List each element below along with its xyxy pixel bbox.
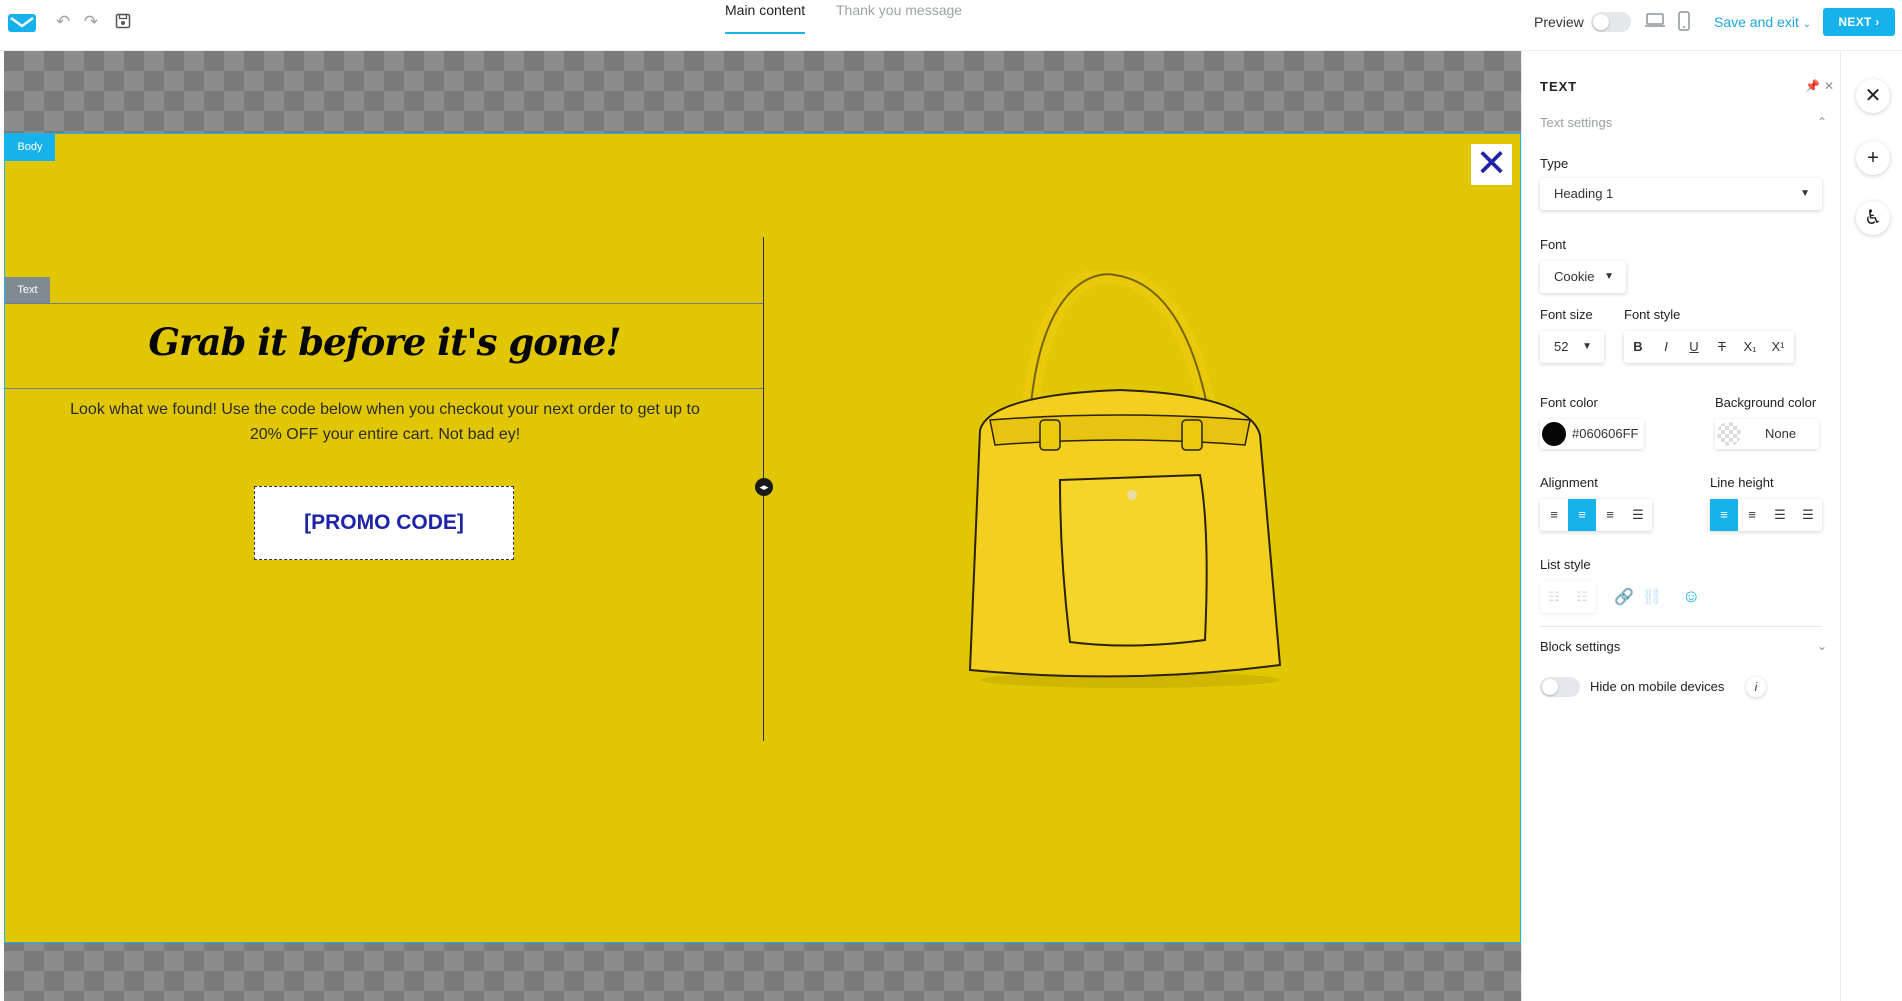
line-height-4-icon[interactable]: ☰ [1794, 499, 1822, 531]
text-settings-section[interactable]: Text settings [1540, 115, 1612, 130]
font-value: Cookie [1554, 269, 1595, 284]
font-color-label: Font color [1540, 395, 1598, 410]
info-icon[interactable]: i [1746, 677, 1766, 697]
next-button[interactable]: NEXT › [1823, 8, 1895, 36]
divider-line [1540, 626, 1822, 627]
hide-mobile-label: Hide on mobile devices [1590, 679, 1725, 694]
block-settings-label[interactable]: Block settings [1540, 639, 1620, 654]
numbered-list-icon[interactable]: ☷ [1568, 581, 1596, 613]
promo-code-button[interactable]: [PROMO CODE] [254, 486, 514, 560]
list-style-label: List style [1540, 557, 1591, 572]
chevron-down-icon: ▼ [1604, 271, 1614, 282]
type-select[interactable]: Heading 1 ▼ [1540, 178, 1822, 210]
next-label: NEXT [1838, 15, 1872, 29]
font-style-label: Font style [1624, 307, 1681, 322]
font-size-select[interactable]: 52 ▼ [1540, 331, 1604, 363]
strikethrough-button[interactable]: T [1708, 331, 1736, 363]
bulleted-list-icon[interactable]: ☷ [1540, 581, 1568, 613]
line-height-1-icon[interactable]: ≡ [1710, 499, 1738, 531]
superscript-button[interactable]: X¹ [1764, 331, 1792, 363]
accessibility-icon[interactable]: ♿ [1856, 201, 1890, 235]
link-icon[interactable]: 🔗 [1614, 587, 1634, 607]
save-and-exit-label: Save and exit [1714, 14, 1799, 30]
chevron-right-icon: › [1875, 15, 1880, 29]
subscript-button[interactable]: X₁ [1736, 331, 1764, 363]
close-icon[interactable]: ✕ [1856, 79, 1890, 113]
font-color-value: #060606FF [1572, 426, 1639, 441]
desktop-icon[interactable] [1645, 11, 1665, 29]
line-height-2-icon[interactable]: ≡ [1738, 499, 1766, 531]
chevron-down-icon: ▼ [1800, 188, 1810, 199]
body-tag[interactable]: Body [5, 134, 55, 161]
line-height-label: Line height [1710, 475, 1774, 490]
chevron-down-icon[interactable]: ⌄ [1817, 639, 1827, 653]
font-label: Font [1540, 237, 1567, 252]
align-right-icon[interactable]: ≡ [1596, 499, 1624, 531]
font-size-label: Font size [1540, 307, 1593, 322]
line-height-3-icon[interactable]: ☰ [1766, 499, 1794, 531]
popup-body[interactable]: Body ✕ Text Grab it before it's gone! Lo… [4, 133, 1521, 943]
type-label: Type [1540, 156, 1569, 171]
font-color-picker[interactable]: #060606FF [1540, 419, 1644, 449]
tab-thank-you-message[interactable]: Thank you message [836, 0, 962, 34]
resize-handle-icon[interactable]: ◂▸ [755, 478, 773, 496]
mobile-icon[interactable] [1675, 11, 1693, 31]
save-icon[interactable] [114, 13, 132, 31]
popup-close-icon[interactable]: ✕ [1471, 144, 1512, 185]
action-rail: ✕ + ♿ [1840, 51, 1902, 1001]
panel-title: TEXT [1540, 79, 1578, 94]
font-style-group: B I U T X₁ X¹ [1624, 331, 1794, 363]
save-and-exit-button[interactable]: Save and exit ⌄ [1714, 14, 1811, 30]
hide-mobile-toggle[interactable] [1540, 677, 1580, 697]
align-center-icon[interactable]: ≡ [1568, 499, 1596, 531]
align-left-icon[interactable]: ≡ [1540, 499, 1568, 531]
font-select[interactable]: Cookie ▼ [1540, 261, 1626, 293]
font-color-swatch [1542, 422, 1566, 446]
text-settings-panel: TEXT 📌 ✕ Text settings ⌃ Type Heading 1 … [1521, 51, 1839, 1001]
bold-button[interactable]: B [1624, 331, 1652, 363]
background-color-label: Background color [1715, 395, 1817, 410]
list-style-group: ☷ ☷ [1540, 581, 1596, 613]
preview-label: Preview [1534, 14, 1584, 30]
logo-icon[interactable] [7, 13, 37, 33]
line-height-group: ≡ ≡ ☰ ☰ [1710, 499, 1822, 531]
type-value: Heading 1 [1554, 186, 1614, 201]
chevron-down-icon: ⌄ [1802, 19, 1812, 30]
background-color-swatch [1717, 422, 1741, 446]
chevron-up-icon[interactable]: ⌃ [1817, 115, 1827, 129]
popup-body-text[interactable]: Look what we found! Use the code below w… [60, 397, 710, 447]
background-color-value: None [1765, 426, 1797, 441]
redo-icon[interactable]: ↷ [82, 13, 100, 31]
align-justify-icon[interactable]: ☰ [1624, 499, 1652, 531]
unlink-icon[interactable]: ⛓ [1642, 587, 1662, 607]
handbag-image [968, 270, 1282, 688]
emoji-icon[interactable]: ☺ [1682, 586, 1700, 607]
panel-close-icon[interactable]: ✕ [1824, 79, 1834, 93]
heading-block[interactable]: Grab it before it's gone! [5, 303, 764, 389]
text-tag[interactable]: Text [5, 277, 50, 303]
italic-button[interactable]: I [1652, 331, 1680, 363]
font-size-value: 52 [1554, 339, 1569, 354]
pin-icon[interactable]: 📌 [1805, 79, 1820, 93]
undo-icon[interactable]: ↶ [54, 13, 72, 31]
alignment-label: Alignment [1540, 475, 1598, 490]
background-color-picker[interactable]: None [1715, 419, 1819, 449]
add-icon[interactable]: + [1856, 141, 1890, 175]
underline-button[interactable]: U [1680, 331, 1708, 363]
alignment-group: ≡ ≡ ≡ ☰ [1540, 499, 1652, 531]
preview-toggle[interactable] [1591, 12, 1631, 32]
tab-main-content[interactable]: Main content [725, 0, 806, 34]
top-bar: ↶ ↷ Main content Thank you message Previ… [0, 0, 1902, 51]
popup-heading[interactable]: Grab it before it's gone! [5, 320, 764, 364]
chevron-down-icon: ▼ [1582, 341, 1592, 352]
